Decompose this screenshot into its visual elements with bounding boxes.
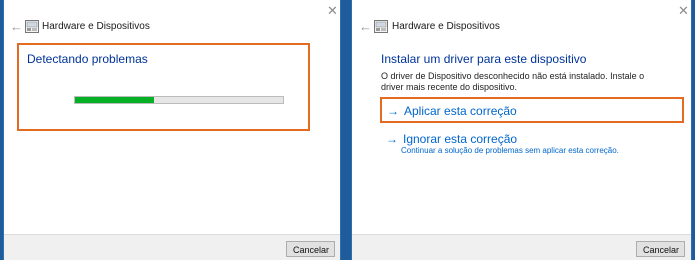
back-arrow-icon[interactable]: ← bbox=[359, 20, 372, 33]
troubleshooter-window-fix: ✕ ← Hardware e Dispositivos Instalar um … bbox=[351, 0, 692, 260]
progress-fill bbox=[75, 97, 155, 103]
close-icon[interactable]: ✕ bbox=[678, 4, 689, 17]
page-title: Detectando problemas bbox=[27, 52, 148, 66]
window-title: Hardware e Dispositivos bbox=[42, 21, 150, 32]
apply-fix-option[interactable]: → Aplicar esta correção bbox=[387, 104, 517, 118]
title-bar: ✕ ← Hardware e Dispositivos bbox=[4, 0, 340, 40]
footer-bar: Cancelar bbox=[352, 234, 691, 260]
window-title: Hardware e Dispositivos bbox=[392, 21, 500, 32]
title-bar: ✕ ← Hardware e Dispositivos bbox=[352, 0, 691, 40]
footer-bar: Cancelar bbox=[4, 234, 340, 260]
page-title: Instalar um driver para este dispositivo bbox=[381, 52, 587, 66]
close-icon[interactable]: ✕ bbox=[327, 4, 338, 17]
cancel-button[interactable]: Cancelar bbox=[636, 241, 685, 257]
cancel-button[interactable]: Cancelar bbox=[286, 241, 335, 257]
window-divider bbox=[341, 0, 351, 260]
skip-fix-option[interactable]: → Ignorar esta correção bbox=[386, 132, 517, 146]
hardware-devices-icon bbox=[25, 20, 39, 33]
problem-description: O driver de Dispositivo desconhecido não… bbox=[381, 71, 645, 92]
arrow-right-icon: → bbox=[386, 132, 398, 146]
apply-fix-label[interactable]: Aplicar esta correção bbox=[404, 104, 517, 118]
troubleshooter-window-detecting: ✕ ← Hardware e Dispositivos Detectando p… bbox=[3, 0, 341, 260]
progress-bar bbox=[74, 96, 284, 104]
arrow-right-icon: → bbox=[387, 104, 399, 118]
hardware-devices-icon bbox=[374, 20, 388, 33]
back-arrow-icon[interactable]: ← bbox=[10, 20, 23, 33]
skip-fix-sublabel[interactable]: Continuar a solução de problemas sem apl… bbox=[401, 146, 619, 155]
skip-fix-label[interactable]: Ignorar esta correção bbox=[403, 132, 517, 146]
